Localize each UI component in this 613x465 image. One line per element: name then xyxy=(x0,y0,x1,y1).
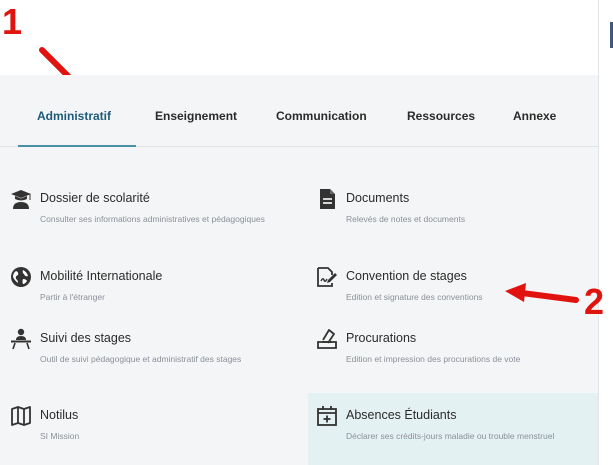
card-description: Partir à l'étranger xyxy=(40,292,105,302)
card-absences-etudiants[interactable]: Absences Étudiants Déclarer ses crédits-… xyxy=(308,393,598,465)
mentor-icon xyxy=(11,328,31,350)
card-mobilite-internationale[interactable]: Mobilité Internationale Partir à l'étran… xyxy=(10,266,280,306)
active-tab-underline xyxy=(18,145,136,147)
card-description: Relevés de notes et documents xyxy=(346,214,466,224)
card-title: Procurations xyxy=(346,331,417,345)
card-title: Notilus xyxy=(40,408,79,422)
map-icon xyxy=(11,406,31,426)
calendar-plus-icon xyxy=(317,406,337,426)
card-description: Outil de suivi pédagogique et administra… xyxy=(40,354,242,364)
globe-icon xyxy=(11,267,31,287)
signature-icon xyxy=(317,267,337,287)
annotation-marker-2: 2 xyxy=(584,281,605,322)
card-documents[interactable]: Documents Relevés de notes et documents xyxy=(316,188,586,228)
card-description: Consulter ses informations administrativ… xyxy=(40,214,265,224)
ballot-icon xyxy=(317,329,337,349)
card-description: Déclarer ses crédits-jours maladie ou tr… xyxy=(346,431,555,441)
card-title: Suivi des stages xyxy=(40,331,132,345)
tab-ressources[interactable]: Ressources xyxy=(407,109,475,123)
card-procurations[interactable]: Procurations Edition et impression des p… xyxy=(316,328,586,368)
tab-communication[interactable]: Communication xyxy=(276,109,367,123)
card-dossier-scolarite[interactable]: Dossier de scolarité Consulter ses infor… xyxy=(10,188,280,236)
tab-administratif[interactable]: Administratif xyxy=(37,109,111,123)
annotation-arrow-2 xyxy=(505,283,579,303)
right-sidebar-edge xyxy=(598,0,613,465)
card-suivi-des-stages[interactable]: Suivi des stages Outil de suivi pédagogi… xyxy=(10,328,280,376)
document-icon xyxy=(320,189,335,209)
card-title: Absences Étudiants xyxy=(346,408,457,422)
card-title: Dossier de scolarité xyxy=(40,191,150,205)
tab-enseignement[interactable]: Enseignement xyxy=(155,109,237,123)
card-notilus[interactable]: Notilus SI Mission xyxy=(10,405,280,445)
services-panel: Administratif Enseignement Communication… xyxy=(0,75,598,465)
card-title: Convention de stages xyxy=(346,269,467,283)
category-tabs: Administratif Enseignement Communication… xyxy=(0,75,598,147)
card-title: Mobilité Internationale xyxy=(40,269,163,283)
graduate-icon xyxy=(11,190,31,209)
card-title: Documents xyxy=(346,191,410,205)
card-description: Edition et impression des procurations d… xyxy=(346,354,521,364)
annotation-marker-1: 1 xyxy=(2,1,23,42)
card-description: SI Mission xyxy=(40,431,80,441)
tab-annexe[interactable]: Annexe xyxy=(513,109,556,123)
